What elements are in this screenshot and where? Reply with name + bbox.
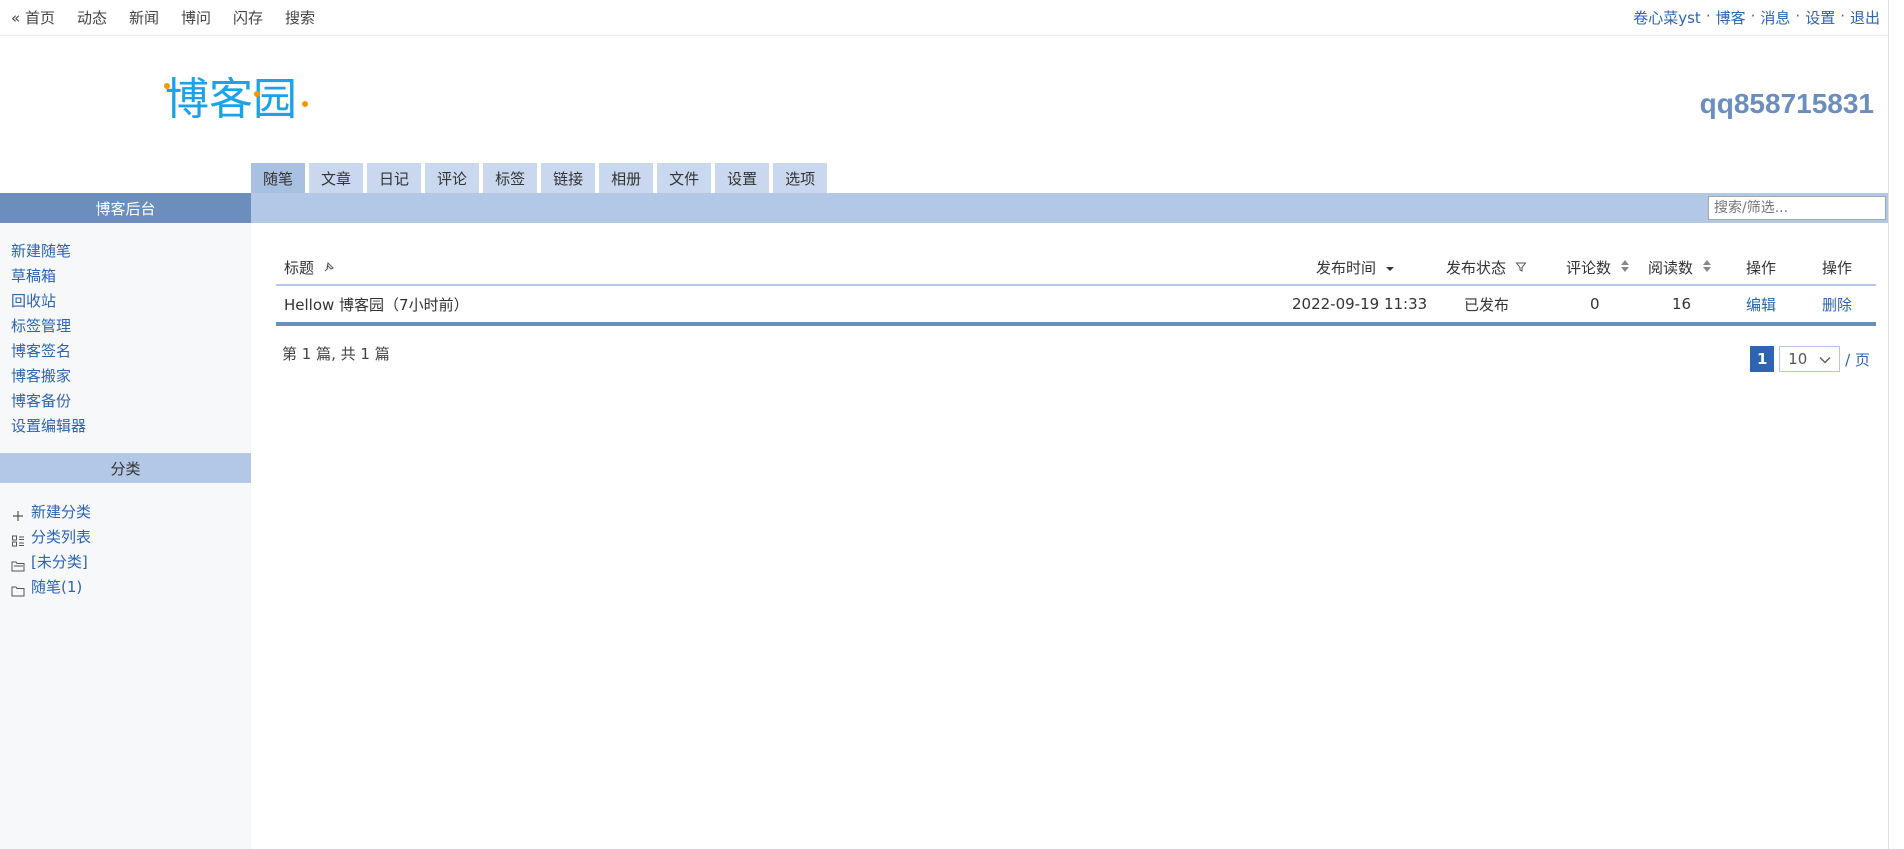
header-date-label: 发布时间 — [1316, 258, 1377, 277]
my-blog-link[interactable]: 博客 — [1716, 7, 1746, 28]
category-links: 新建分类 分类列表 [未分类] 随笔(1) — [0, 483, 251, 600]
sidebar-item-drafts[interactable]: 草稿箱 — [11, 264, 251, 289]
nav-questions-link[interactable]: 博问 — [181, 7, 211, 28]
page-unit-label: / 页 — [1845, 350, 1870, 369]
tab-options[interactable]: 选项 — [773, 163, 828, 193]
folder-open-icon — [11, 556, 25, 571]
nav-home-link[interactable]: « 首页 — [11, 7, 55, 28]
category-title: 分类 — [0, 453, 251, 483]
post-view-count: 16 — [1672, 295, 1692, 313]
tab-albums[interactable]: 相册 — [599, 163, 654, 193]
header-views[interactable]: 阅读数 — [1648, 257, 1712, 278]
category-item-list[interactable]: 分类列表 — [11, 525, 251, 550]
tab-files[interactable]: 文件 — [657, 163, 712, 193]
scrollbar[interactable] — [1888, 0, 1904, 849]
category-label: 随笔(1) — [31, 578, 83, 596]
edit-post-link[interactable]: 编辑 — [1746, 296, 1776, 314]
tab-diary[interactable]: 日记 — [367, 163, 422, 193]
separator: · — [1750, 7, 1756, 25]
sidebar-title: 博客后台 — [0, 193, 251, 223]
category-label: [未分类] — [31, 553, 88, 571]
sort-icon — [1620, 259, 1630, 277]
site-nav: « 首页 动态 新闻 博问 闪存 搜索 — [11, 7, 337, 28]
separator: · — [1705, 7, 1711, 25]
plus-icon — [11, 506, 25, 521]
top-bar: « 首页 动态 新闻 博问 闪存 搜索 卷心菜yst · 博客 · 消息 · 设… — [0, 0, 1904, 36]
header-title[interactable]: 标题 — [284, 257, 335, 278]
tab-tags[interactable]: 标签 — [483, 163, 538, 193]
header-status[interactable]: 发布状态 — [1446, 257, 1527, 278]
sort-icon — [1702, 259, 1712, 277]
list-icon — [11, 531, 25, 546]
nav-news-link[interactable]: 新闻 — [129, 7, 159, 28]
tab-articles[interactable]: 文章 — [309, 163, 364, 193]
sidebar-item-new-post[interactable]: 新建随笔 — [11, 239, 251, 264]
posts-table: 标题 发布时间 发布状态 评论数 阅读数 操作 操作 Hellow 博客园（7小… — [276, 250, 1876, 326]
sidebar-item-editor-settings[interactable]: 设置编辑器 — [11, 414, 251, 439]
page-size-value: 10 — [1788, 350, 1808, 368]
chevron-down-icon — [1819, 350, 1831, 368]
tab-settings[interactable]: 设置 — [715, 163, 770, 193]
logo-text: 博客园 — [165, 74, 297, 124]
header-comments-label: 评论数 — [1566, 258, 1612, 277]
header-status-label: 发布状态 — [1446, 258, 1507, 277]
header-operation: 操作 — [1746, 258, 1777, 277]
table-header: 标题 发布时间 发布状态 评论数 阅读数 操作 操作 — [276, 250, 1876, 286]
category-label: 新建分类 — [31, 503, 92, 521]
post-comment-count: 0 — [1590, 295, 1600, 313]
post-title[interactable]: Hellow 博客园（7小时前） — [284, 294, 469, 315]
table-row: Hellow 博客园（7小时前） 2022-09-19 11:33 已发布 0 … — [276, 286, 1876, 326]
sort-desc-icon — [1385, 259, 1395, 277]
sidebar-item-blog-migration[interactable]: 博客搬家 — [11, 364, 251, 389]
blog-name[interactable]: qq858715831 — [1700, 88, 1874, 120]
category-label: 分类列表 — [31, 528, 92, 546]
sidebar-links: 新建随笔 草稿箱 回收站 标签管理 博客签名 博客搬家 博客备份 设置编辑器 — [0, 223, 251, 453]
post-date: 2022-09-19 11:33 — [1292, 295, 1428, 313]
search-filter-input[interactable] — [1708, 196, 1886, 220]
messages-link[interactable]: 消息 — [1760, 7, 1790, 28]
current-page-button[interactable]: 1 — [1750, 346, 1775, 372]
cnblogs-logo[interactable]: 博客园 — [163, 70, 325, 125]
user-name-link[interactable]: 卷心菜yst — [1633, 7, 1701, 28]
nav-search-link[interactable]: 搜索 — [285, 7, 315, 28]
separator: · — [1795, 7, 1801, 25]
sidebar-item-blog-backup[interactable]: 博客备份 — [11, 389, 251, 414]
cnblogs-logo-image: 博客园 — [164, 74, 308, 125]
category-item-posts[interactable]: 随笔(1) — [11, 575, 251, 600]
pin-icon[interactable] — [323, 259, 335, 277]
page-size-select[interactable]: 10 — [1779, 346, 1841, 372]
pagination: 1 10 / 页 — [1750, 346, 1870, 372]
settings-link[interactable]: 设置 — [1805, 7, 1835, 28]
header-views-label: 阅读数 — [1648, 258, 1694, 277]
header-date[interactable]: 发布时间 — [1316, 257, 1395, 278]
header-comments[interactable]: 评论数 — [1566, 257, 1630, 278]
nav-ing-link[interactable]: 闪存 — [233, 7, 263, 28]
content-header-band — [251, 193, 1888, 223]
folder-icon — [11, 581, 25, 596]
sidebar-item-recycle-bin[interactable]: 回收站 — [11, 289, 251, 314]
header-operation: 操作 — [1822, 258, 1853, 277]
filter-icon[interactable] — [1515, 259, 1527, 277]
sidebar-item-tag-management[interactable]: 标签管理 — [11, 314, 251, 339]
user-nav: 卷心菜yst · 博客 · 消息 · 设置 · 退出 — [1633, 7, 1880, 28]
delete-post-link[interactable]: 删除 — [1822, 296, 1852, 314]
post-status: 已发布 — [1464, 295, 1510, 314]
sidebar-item-blog-signature[interactable]: 博客签名 — [11, 339, 251, 364]
category-item-new[interactable]: 新建分类 — [11, 500, 251, 525]
header-title-label: 标题 — [284, 258, 315, 277]
tab-posts[interactable]: 随笔 — [251, 163, 306, 193]
category-item-uncategorized[interactable]: [未分类] — [11, 550, 251, 575]
separator: · — [1840, 7, 1845, 25]
post-count-summary: 第 1 篇, 共 1 篇 — [282, 345, 390, 363]
tab-comments[interactable]: 评论 — [425, 163, 480, 193]
tab-links[interactable]: 链接 — [541, 163, 596, 193]
logout-link[interactable]: 退出 — [1850, 7, 1880, 28]
sidebar: 博客后台 新建随笔 草稿箱 回收站 标签管理 博客签名 博客搬家 博客备份 设置… — [0, 193, 251, 849]
nav-news-feed-link[interactable]: 动态 — [77, 7, 107, 28]
admin-tabs: 随笔 文章 日记 评论 标签 链接 相册 文件 设置 选项 — [251, 163, 831, 193]
